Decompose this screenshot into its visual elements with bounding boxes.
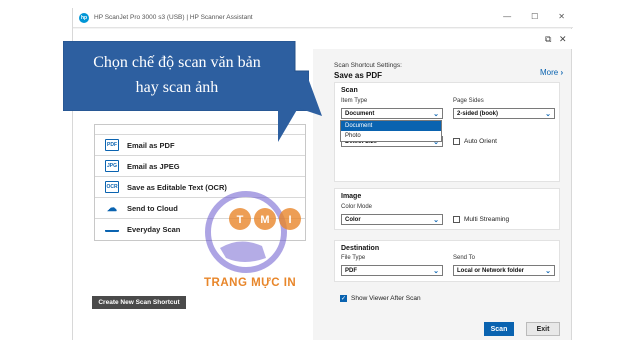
restore-icon[interactable]: ⧉ bbox=[545, 34, 551, 45]
send-to-value: Local or Network folder bbox=[457, 267, 525, 274]
exit-button[interactable]: Exit bbox=[526, 322, 560, 336]
email-jpeg-icon: JPG bbox=[105, 160, 119, 172]
maximize-button[interactable]: ☐ bbox=[531, 12, 538, 21]
multi-streaming-checkbox[interactable] bbox=[453, 216, 460, 223]
color-mode-label: Color Mode bbox=[341, 204, 373, 210]
title-bar: hp HP ScanJet Pro 3000 s3 (USB) | HP Sca… bbox=[73, 8, 573, 28]
minimize-button[interactable]: — bbox=[503, 12, 511, 21]
page-sides-value: 2-sided (book) bbox=[457, 110, 499, 117]
watermark-caption: TRANG MỰC IN bbox=[204, 277, 297, 289]
chevron-down-icon: ⌄ bbox=[545, 111, 551, 118]
chevron-down-icon: ⌄ bbox=[433, 217, 439, 224]
callout-line-2: hay scan ảnh bbox=[135, 79, 219, 96]
auto-orient-label: Auto Orient bbox=[464, 138, 497, 145]
item-type-dropdown: Document Photo bbox=[340, 120, 442, 142]
file-type-value: PDF bbox=[345, 267, 357, 274]
shortcut-label: Everyday Scan bbox=[127, 225, 181, 234]
show-viewer-label: Show Viewer After Scan bbox=[351, 295, 421, 302]
chevron-down-icon: ⌄ bbox=[433, 268, 439, 275]
more-label: More bbox=[540, 68, 559, 77]
show-viewer-row[interactable]: ✓ Show Viewer After Scan bbox=[340, 295, 421, 302]
destination-panel-title: Destination bbox=[341, 245, 380, 252]
image-panel: Image Color Mode Color ⌄ Multi Streaming bbox=[334, 188, 560, 230]
shortcut-label: Email as JPEG bbox=[127, 161, 180, 171]
list-item[interactable]: JPG Email as JPEG bbox=[95, 156, 305, 177]
ocr-icon: OCR bbox=[105, 181, 119, 193]
watermark-letter: I bbox=[288, 214, 291, 226]
shortcut-label: Send to Cloud bbox=[127, 203, 178, 213]
cloud-icon: ☁ bbox=[107, 202, 117, 214]
color-mode-select[interactable]: Color ⌄ bbox=[341, 214, 443, 225]
send-to-select[interactable]: Local or Network folder ⌄ bbox=[453, 265, 555, 276]
dropdown-option-photo[interactable]: Photo bbox=[341, 131, 441, 141]
close-button[interactable]: ✕ bbox=[558, 12, 565, 21]
send-to-label: Send To bbox=[453, 255, 475, 261]
close-panel-icon[interactable]: ✕ bbox=[559, 34, 567, 45]
dropdown-option-document[interactable]: Document bbox=[341, 121, 441, 131]
callout-text: Chọn chế độ scan văn bản hay scan ảnh bbox=[63, 50, 291, 100]
screenshot-frame: hp HP ScanJet Pro 3000 s3 (USB) | HP Sca… bbox=[0, 0, 640, 340]
shortcut-label: Email as PDF bbox=[127, 140, 175, 150]
settings-caption: Scan Shortcut Settings: bbox=[334, 62, 402, 69]
watermark-letter: T bbox=[237, 214, 244, 226]
auto-orient-checkbox[interactable] bbox=[453, 138, 460, 145]
window-controls: — ☐ ✕ bbox=[503, 12, 565, 21]
show-viewer-checkbox[interactable]: ✓ bbox=[340, 295, 347, 302]
item-type-label: Item Type bbox=[341, 98, 368, 104]
chevron-down-icon: ⌄ bbox=[433, 111, 439, 118]
email-pdf-icon: PDF bbox=[105, 139, 119, 151]
item-type-value: Document bbox=[345, 110, 375, 117]
hp-logo-icon: hp bbox=[79, 12, 89, 23]
color-mode-value: Color bbox=[345, 216, 361, 223]
destination-panel: Destination File Type PDF ⌄ Send To Loca… bbox=[334, 240, 560, 282]
watermark-hand bbox=[220, 241, 266, 262]
page-sides-select[interactable]: 2-sided (book) ⌄ bbox=[453, 108, 555, 119]
auto-orient-row[interactable]: Auto Orient bbox=[453, 138, 497, 145]
more-link[interactable]: More › bbox=[540, 68, 563, 77]
image-panel-title: Image bbox=[341, 193, 362, 200]
multi-streaming-label: Multi Streaming bbox=[464, 216, 510, 223]
page-sides-label: Page Sides bbox=[453, 98, 484, 104]
file-type-select[interactable]: PDF ⌄ bbox=[341, 265, 443, 276]
window-title: HP ScanJet Pro 3000 s3 (USB) | HP Scanne… bbox=[94, 14, 253, 21]
chevron-right-icon: › bbox=[560, 68, 564, 77]
everyday-scan-icon bbox=[105, 228, 119, 232]
item-type-select[interactable]: Document ⌄ bbox=[341, 108, 443, 119]
scan-button[interactable]: Scan bbox=[484, 322, 514, 336]
chevron-down-icon: ⌄ bbox=[545, 268, 551, 275]
callout-line-1: Chọn chế độ scan văn bản bbox=[93, 54, 261, 71]
multi-streaming-row[interactable]: Multi Streaming bbox=[453, 216, 509, 223]
create-shortcut-button[interactable]: Create New Scan Shortcut bbox=[92, 296, 186, 309]
settings-title: Save as PDF bbox=[334, 71, 383, 80]
file-type-label: File Type bbox=[341, 255, 366, 261]
scan-panel-title: Scan bbox=[341, 87, 358, 94]
watermark-letter: M bbox=[260, 214, 269, 226]
